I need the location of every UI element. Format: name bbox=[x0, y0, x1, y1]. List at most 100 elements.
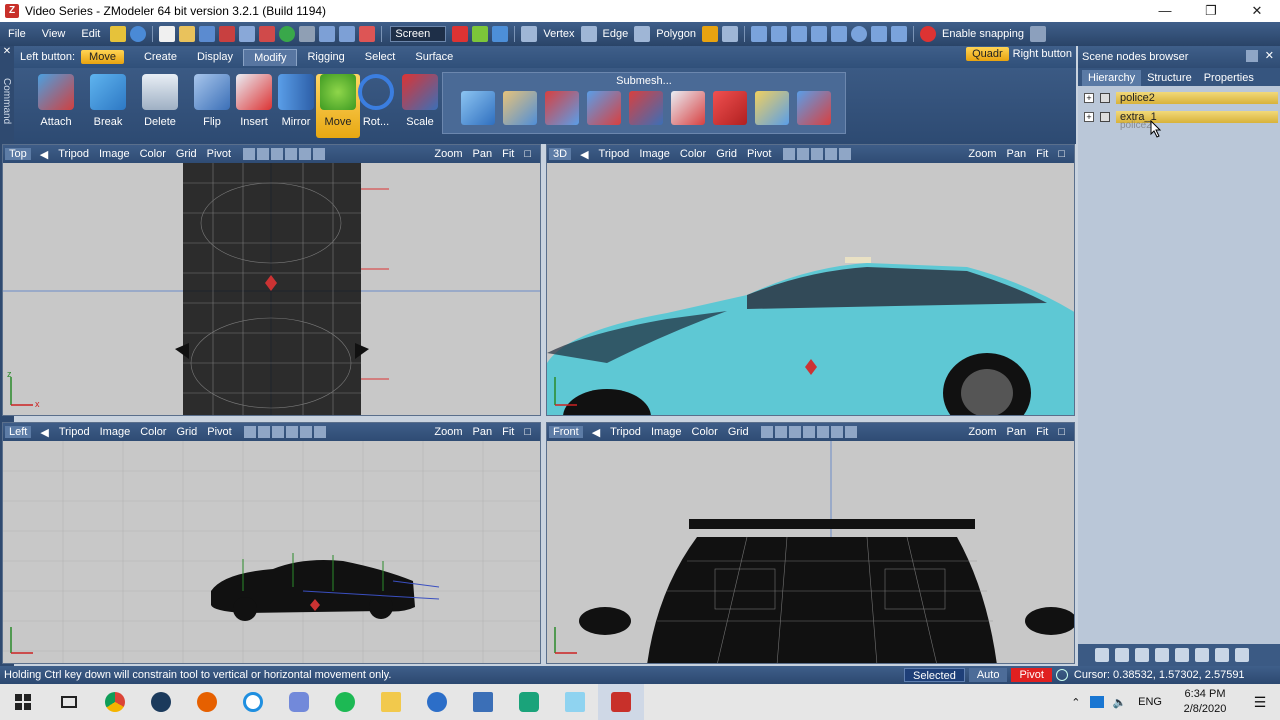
zoom-button[interactable]: Zoom bbox=[434, 148, 462, 160]
tab-properties[interactable]: Properties bbox=[1198, 70, 1260, 86]
pan-button[interactable]: Pan bbox=[1007, 148, 1027, 160]
shape-icon[interactable] bbox=[811, 26, 828, 42]
image-option[interactable]: Image bbox=[99, 148, 130, 160]
viewport-canvas[interactable] bbox=[547, 441, 1074, 663]
tab-select[interactable]: Select bbox=[355, 49, 406, 65]
node-tool-icon[interactable] bbox=[1235, 648, 1249, 662]
vertex-icon[interactable] bbox=[521, 26, 538, 42]
node-tool-icon[interactable] bbox=[1135, 648, 1149, 662]
box-icon[interactable] bbox=[771, 26, 788, 42]
color-option[interactable]: Color bbox=[680, 148, 706, 160]
clipboard-icon[interactable] bbox=[359, 26, 376, 42]
tripod-option[interactable]: Tripod bbox=[58, 148, 89, 160]
polygon-mode[interactable]: Polygon bbox=[656, 28, 696, 40]
steam-app[interactable] bbox=[138, 684, 184, 720]
pin-icon[interactable] bbox=[1246, 50, 1258, 62]
help-icon[interactable] bbox=[130, 26, 147, 42]
submesh-label[interactable]: Submesh... bbox=[443, 75, 845, 87]
save-icon[interactable] bbox=[199, 26, 216, 42]
viewport-name[interactable]: 3D bbox=[549, 148, 572, 160]
node-tool-icon[interactable] bbox=[1175, 648, 1189, 662]
x-axis-icon[interactable] bbox=[452, 26, 469, 42]
menu-file[interactable]: File bbox=[0, 28, 34, 40]
dropbox-icon[interactable] bbox=[1090, 696, 1105, 708]
split-icon[interactable] bbox=[587, 91, 621, 125]
brush-icon[interactable] bbox=[503, 91, 537, 125]
view-icons[interactable] bbox=[760, 426, 858, 438]
chevron-left-icon[interactable]: ◀ bbox=[40, 426, 48, 439]
zoom-button[interactable]: Zoom bbox=[434, 426, 462, 438]
y-axis-icon[interactable] bbox=[472, 26, 489, 42]
grid-option[interactable]: Grid bbox=[728, 426, 749, 438]
chevron-left-icon[interactable]: ◀ bbox=[580, 148, 588, 161]
viewport-canvas[interactable] bbox=[547, 163, 1074, 415]
sphere-icon[interactable] bbox=[851, 26, 868, 42]
mirror-button[interactable]: Mirror bbox=[274, 74, 318, 138]
grid-option[interactable]: Grid bbox=[176, 148, 197, 160]
auto-button[interactable]: Auto bbox=[968, 668, 1008, 682]
pivot-option[interactable]: Pivot bbox=[207, 426, 231, 438]
viewport-front[interactable]: Front ◀ Tripod Image Color Grid Zoom Pan… bbox=[546, 422, 1075, 664]
delete-button[interactable]: Delete bbox=[138, 74, 182, 138]
firefox-app[interactable] bbox=[184, 684, 230, 720]
snap-options-icon[interactable] bbox=[1029, 26, 1046, 42]
node-tool-icon[interactable] bbox=[1095, 648, 1109, 662]
node-tool-icon[interactable] bbox=[1115, 648, 1129, 662]
pan-button[interactable]: Pan bbox=[473, 148, 493, 160]
maximize-icon[interactable]: □ bbox=[1058, 426, 1065, 438]
expand-icon[interactable]: + bbox=[1084, 112, 1094, 122]
attach-button[interactable]: Attach bbox=[34, 74, 78, 138]
discord-app[interactable] bbox=[276, 684, 322, 720]
tab-modify[interactable]: Modify bbox=[243, 48, 298, 66]
expand-icon[interactable]: + bbox=[1084, 93, 1094, 103]
image-option[interactable]: Image bbox=[639, 148, 670, 160]
start-button[interactable] bbox=[0, 684, 46, 720]
color-option[interactable]: Color bbox=[140, 148, 166, 160]
open-folder-icon[interactable] bbox=[179, 26, 196, 42]
selected-button[interactable]: Selected bbox=[904, 668, 965, 682]
right-button-label[interactable]: Right button bbox=[1013, 48, 1072, 60]
tab-create[interactable]: Create bbox=[134, 49, 187, 65]
viewport-canvas[interactable] bbox=[3, 441, 540, 663]
scale-button[interactable]: Scale bbox=[398, 74, 442, 138]
chevron-up-icon[interactable]: ⌃ bbox=[1071, 696, 1080, 709]
maximize-icon[interactable]: □ bbox=[524, 148, 531, 160]
screen-select[interactable]: Screen bbox=[390, 26, 447, 42]
z-axis-icon[interactable] bbox=[492, 26, 509, 42]
grid-cut-icon[interactable] bbox=[797, 91, 831, 125]
polygon-icon[interactable] bbox=[634, 26, 651, 42]
pivot-button[interactable]: Pivot bbox=[1011, 668, 1052, 682]
edge-mode[interactable]: Edge bbox=[603, 28, 629, 40]
view-icons[interactable] bbox=[782, 148, 852, 160]
menu-edit[interactable]: Edit bbox=[73, 28, 108, 40]
tab-rigging[interactable]: Rigging bbox=[297, 49, 354, 65]
uv-icon[interactable] bbox=[755, 91, 789, 125]
enable-snapping[interactable]: Enable snapping bbox=[942, 28, 1024, 40]
node-tool-icon[interactable] bbox=[1215, 648, 1229, 662]
language-indicator[interactable]: ENG bbox=[1138, 696, 1162, 708]
color-option[interactable]: Color bbox=[140, 426, 166, 438]
zoom-button[interactable]: Zoom bbox=[968, 148, 996, 160]
edge-icon[interactable] bbox=[580, 26, 597, 42]
cylinder-icon[interactable] bbox=[791, 26, 808, 42]
object-mode-icon[interactable] bbox=[702, 26, 719, 42]
pivot-option[interactable]: Pivot bbox=[207, 148, 231, 160]
image-option[interactable]: Image bbox=[651, 426, 682, 438]
clock[interactable]: 6:34 PM 2/8/2020 bbox=[1170, 687, 1240, 717]
break-button[interactable]: Break bbox=[86, 74, 130, 138]
knife-icon[interactable] bbox=[671, 91, 705, 125]
close-icon[interactable]: ✕ bbox=[1265, 49, 1274, 62]
maximize-icon[interactable]: □ bbox=[524, 426, 531, 438]
cone-icon[interactable] bbox=[831, 26, 848, 42]
settings-icon[interactable] bbox=[110, 26, 127, 42]
visibility-icon[interactable] bbox=[1100, 112, 1110, 122]
history-icon[interactable] bbox=[299, 26, 316, 42]
close-icon[interactable]: ✕ bbox=[0, 46, 14, 60]
fit-button[interactable]: Fit bbox=[502, 148, 514, 160]
visibility-icon[interactable] bbox=[1100, 93, 1110, 103]
flip-button[interactable]: Flip bbox=[190, 74, 234, 138]
cube-red-icon[interactable] bbox=[713, 91, 747, 125]
plane-icon[interactable] bbox=[891, 26, 908, 42]
viewport-name[interactable]: Left bbox=[5, 426, 32, 438]
node-tool-icon[interactable] bbox=[1155, 648, 1169, 662]
